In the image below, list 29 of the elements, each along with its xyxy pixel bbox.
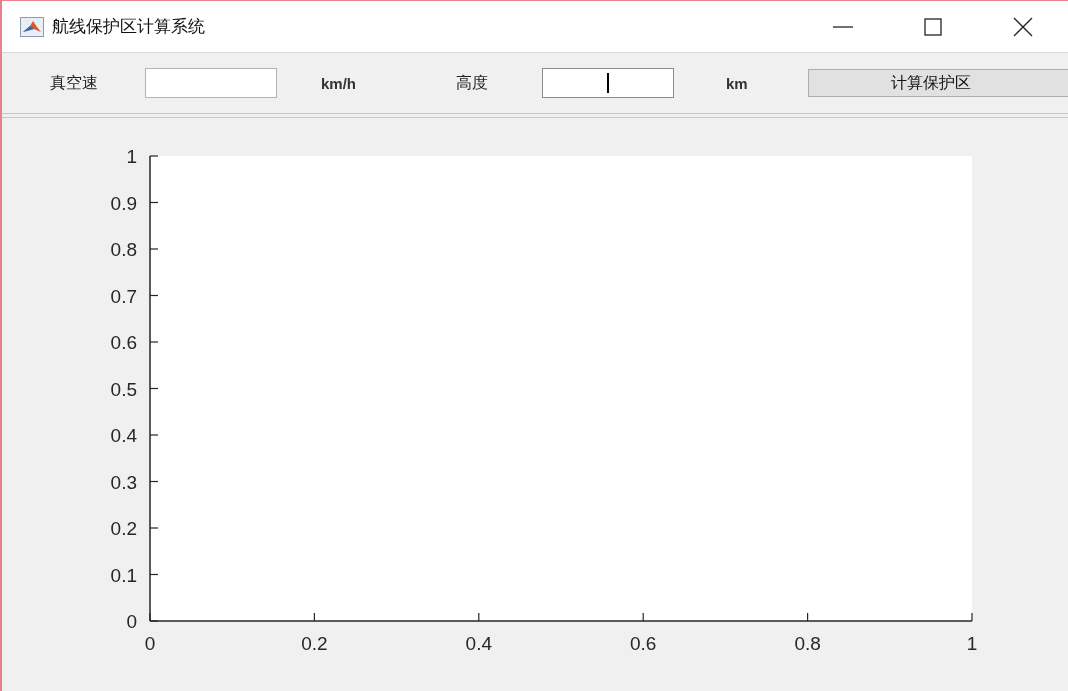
input-field[interactable] bbox=[145, 68, 277, 98]
y-tick-label: 0.4 bbox=[110, 425, 137, 446]
y-tick-label: 0.8 bbox=[110, 239, 137, 260]
unit-label: km bbox=[726, 74, 749, 92]
input-field[interactable] bbox=[542, 68, 674, 98]
field-label: 高度 bbox=[456, 72, 489, 94]
y-tick-label: 0.9 bbox=[110, 192, 137, 214]
y-tick-label: 0.1 bbox=[110, 564, 137, 586]
y-tick-label: 0.2 bbox=[110, 518, 137, 539]
app-logo-icon bbox=[20, 16, 44, 37]
x-tick-label: 0.2 bbox=[301, 633, 328, 654]
x-tick-label: 0.8 bbox=[794, 633, 821, 654]
field-label: 真空速 bbox=[50, 72, 99, 94]
y-tick-label: 0 bbox=[126, 611, 137, 632]
x-tick-label: 0.4 bbox=[465, 633, 492, 654]
calculate-button[interactable]: 计算保护区 bbox=[808, 69, 1068, 97]
y-tick-label: 0.7 bbox=[110, 285, 137, 307]
unit-label: km/h bbox=[321, 74, 357, 92]
minimize-icon bbox=[833, 25, 853, 28]
x-tick-label: 0.6 bbox=[630, 633, 657, 654]
x-tick-label: 1 bbox=[966, 633, 978, 654]
close-icon bbox=[1013, 16, 1033, 37]
y-tick-label: 0.3 bbox=[110, 471, 137, 493]
y-tick-label: 1 bbox=[126, 146, 137, 167]
window-title: 航线保护区计算系统 bbox=[52, 15, 205, 38]
x-tick-label: 0 bbox=[144, 633, 156, 654]
y-tick-label: 0.5 bbox=[110, 378, 137, 400]
y-tick-label: 0.6 bbox=[110, 332, 137, 353]
maximize-icon bbox=[923, 16, 943, 37]
